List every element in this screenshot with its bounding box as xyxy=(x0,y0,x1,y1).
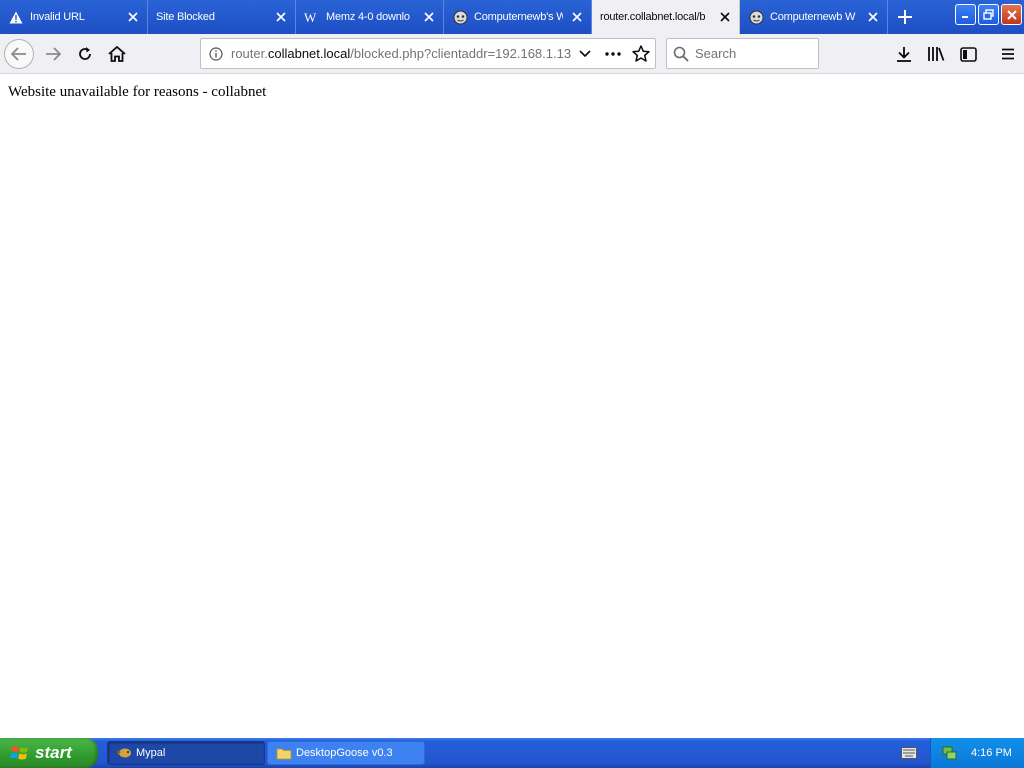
sidebar-button[interactable] xyxy=(952,38,984,70)
close-icon[interactable] xyxy=(717,9,733,25)
close-icon[interactable] xyxy=(865,9,881,25)
taskbar: start Mypal DesktopGoose v0.3 4:16 PM xyxy=(0,738,1024,768)
folder-icon xyxy=(276,745,292,761)
screen: Invalid URL Site Blocked W Memz 4-0 down… xyxy=(0,0,1024,768)
minimize-button[interactable] xyxy=(955,4,976,25)
home-button[interactable] xyxy=(101,38,133,70)
search-box[interactable] xyxy=(666,38,819,69)
minimize-icon xyxy=(962,16,968,18)
new-tab-button[interactable] xyxy=(888,0,922,34)
start-label: start xyxy=(35,743,72,762)
tab-title: Computernewb's W xyxy=(474,11,563,23)
task-label: Mypal xyxy=(136,747,166,759)
forward-arrow-icon xyxy=(46,47,61,61)
close-window-button[interactable] xyxy=(1001,4,1022,25)
computernewb-icon xyxy=(452,9,468,25)
home-icon xyxy=(108,46,126,62)
url-actions xyxy=(571,40,655,68)
warning-icon xyxy=(8,9,24,25)
library-button[interactable] xyxy=(920,38,952,70)
toolbar-right xyxy=(888,38,1024,70)
library-icon xyxy=(928,47,945,61)
reload-button[interactable] xyxy=(69,38,101,70)
menu-button[interactable] xyxy=(992,38,1024,70)
back-button[interactable] xyxy=(3,38,35,70)
download-icon xyxy=(897,47,911,62)
url-bar[interactable]: router.collabnet.local/blocked.php?clien… xyxy=(200,38,656,69)
close-icon[interactable] xyxy=(421,9,437,25)
page-actions-button[interactable] xyxy=(599,40,627,68)
close-icon xyxy=(1006,9,1017,20)
close-icon[interactable] xyxy=(273,9,289,25)
tab-invalid-url[interactable]: Invalid URL xyxy=(0,0,148,34)
url-prefix: router. xyxy=(231,46,268,61)
blocked-message: Website unavailable for reasons - collab… xyxy=(8,84,267,100)
close-icon[interactable] xyxy=(125,9,141,25)
tab-title: Site Blocked xyxy=(156,11,215,23)
url-path: /blocked.php?clientaddr=192.168.1.13 xyxy=(350,46,571,61)
windows-logo-icon xyxy=(10,746,28,760)
bookmark-star-button[interactable] xyxy=(627,40,655,68)
plus-icon xyxy=(898,10,912,24)
sidebar-icon xyxy=(959,46,977,62)
page-content: Website unavailable for reasons - collab… xyxy=(0,75,1024,738)
tab-title: Memz 4-0 downlo xyxy=(326,11,410,23)
close-icon[interactable] xyxy=(569,9,585,25)
keyboard-icon[interactable] xyxy=(898,743,920,763)
window-controls xyxy=(955,4,1022,25)
system-tray: 4:16 PM xyxy=(930,738,1024,768)
tab-router-blocked[interactable]: router.collabnet.local/b xyxy=(592,0,740,34)
url-dropdown-button[interactable] xyxy=(571,40,599,68)
network-icon[interactable] xyxy=(941,744,957,763)
tab-title: Invalid URL xyxy=(30,11,85,23)
navigation-toolbar: router.collabnet.local/blocked.php?clien… xyxy=(0,34,1024,74)
restore-icon xyxy=(983,9,994,20)
taskbar-button-mypal[interactable]: Mypal xyxy=(107,741,265,765)
clock[interactable]: 4:16 PM xyxy=(971,747,1012,759)
hamburger-menu-icon xyxy=(1002,48,1014,60)
tab-title: Computernewb W xyxy=(770,11,856,23)
search-icon xyxy=(673,46,689,62)
forward-button[interactable] xyxy=(37,38,69,70)
tab-strip: Invalid URL Site Blocked W Memz 4-0 down… xyxy=(0,0,1024,34)
tab-site-blocked[interactable]: Site Blocked xyxy=(148,0,296,34)
search-input[interactable] xyxy=(695,46,805,61)
tab-computernewbs[interactable]: Computernewb's W xyxy=(444,0,592,34)
task-label: DesktopGoose v0.3 xyxy=(296,747,393,759)
wikipedia-icon: W xyxy=(304,9,320,25)
more-dots-icon xyxy=(605,51,621,56)
tab-memz[interactable]: W Memz 4-0 downlo xyxy=(296,0,444,34)
svg-text:W: W xyxy=(304,11,317,23)
reload-icon xyxy=(79,47,91,60)
url-host: collabnet.local xyxy=(267,46,351,61)
back-arrow-icon xyxy=(4,39,34,69)
computernewb-icon xyxy=(748,9,764,25)
restore-button[interactable] xyxy=(978,4,999,25)
tab-title: router.collabnet.local/b xyxy=(600,11,706,23)
info-icon[interactable] xyxy=(201,46,231,61)
tab-computernewb-w[interactable]: Computernewb W xyxy=(740,0,888,34)
start-button[interactable]: start xyxy=(0,738,98,768)
star-icon xyxy=(632,45,650,62)
mypal-icon xyxy=(116,745,132,761)
chevron-down-icon xyxy=(579,49,591,57)
downloads-button[interactable] xyxy=(888,38,920,70)
url-text[interactable]: router.collabnet.local/blocked.php?clien… xyxy=(231,46,571,61)
taskbar-button-desktopgoose[interactable]: DesktopGoose v0.3 xyxy=(267,741,425,765)
